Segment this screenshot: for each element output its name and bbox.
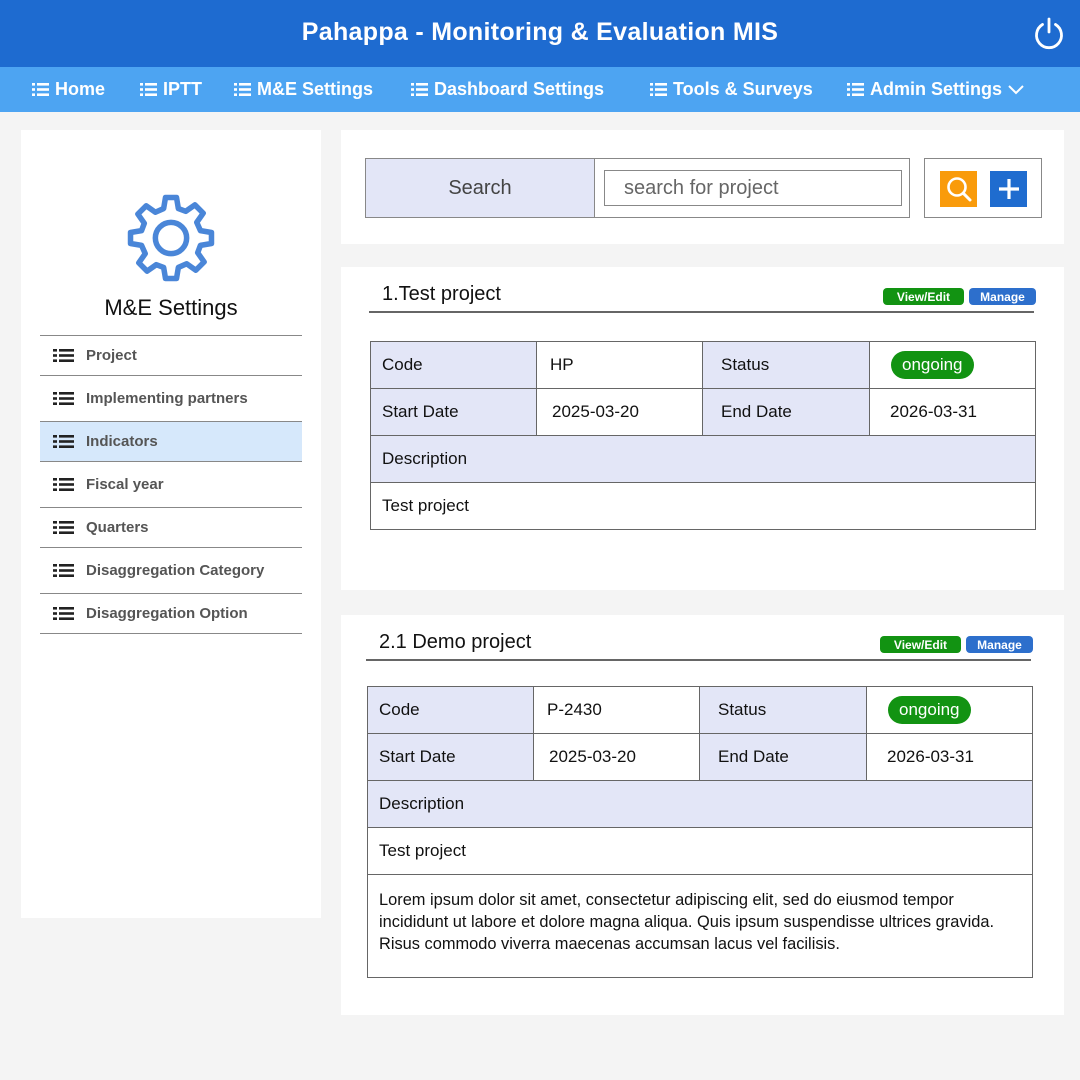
table-row: Start Date 2025-03-20 End Date 2026-03-3… [368,734,1032,781]
project-details-table: Code P-2430 Status ongoing Start Date 20… [367,686,1033,978]
end-date-label: End Date [700,734,867,780]
nav-label: Dashboard Settings [434,79,605,99]
nav-label: IPTT [163,79,202,99]
code-label: Code [368,687,534,733]
list-icon [847,83,864,96]
sidebar-item-disaggregation-option[interactable]: Disaggregation Option [40,594,302,634]
nav-admin-settings[interactable]: Admin Settings [847,67,1024,112]
description-label: Description [371,436,1035,483]
start-date-value: 2025-03-20 [537,389,703,435]
status-label: Status [703,342,870,388]
search-input[interactable] [604,170,902,206]
nav-label: M&E Settings [257,79,374,99]
add-project-button[interactable] [990,171,1027,207]
search-panel: Search [341,130,1064,244]
sidebar-item-indicators[interactable]: Indicators [40,422,302,462]
code-label: Code [371,342,537,388]
list-icon [53,521,74,534]
view-edit-button[interactable]: View/Edit [880,636,961,653]
project-card: 1.Test project View/Edit Manage Code HP … [341,267,1064,590]
nav-label: Admin Settings [870,79,1003,99]
search-label: Search [366,159,595,217]
table-row: Start Date 2025-03-20 End Date 2026-03-3… [371,389,1035,436]
status-label: Status [700,687,867,733]
sidebar-item-label: Quarters [86,519,149,536]
manage-button[interactable]: Manage [966,636,1033,653]
table-row: Code P-2430 Status ongoing [368,687,1032,734]
sidebar-item-fiscal-year[interactable]: Fiscal year [40,462,302,508]
nav-dashboard-settings[interactable]: Dashboard Settings [411,67,604,112]
list-icon [650,83,667,96]
app-header: Pahappa - Monitoring & Evaluation MIS [0,0,1080,67]
sidebar-title: M&E Settings [104,295,238,320]
end-date-label: End Date [703,389,870,435]
code-value: P-2430 [534,687,700,733]
nav-home[interactable]: Home [32,67,105,112]
list-icon [32,83,49,96]
search-icon [946,177,971,202]
project-details-table: Code HP Status ongoing Start Date 2025-0… [370,341,1036,530]
list-icon [234,83,251,96]
start-date-label: Start Date [371,389,537,435]
list-icon [53,564,74,577]
sidebar-item-label: Disaggregation Option [86,605,248,622]
sidebar-item-label: Fiscal year [86,476,164,493]
project-card-header: 2.1 Demo project View/Edit Manage [366,631,1033,661]
sidebar: M&E Settings Project Implementing partne… [21,130,321,918]
nav-iptt[interactable]: IPTT [140,67,202,112]
sidebar-item-label: Indicators [86,433,158,450]
status-badge: ongoing [891,351,974,379]
description-label: Description [368,781,1032,828]
sidebar-item-label: Disaggregation Category [86,562,265,579]
list-icon [53,607,74,620]
nav-tools-surveys[interactable]: Tools & Surveys [650,67,813,112]
nav-label: Tools & Surveys [673,79,813,99]
chevron-down-icon [1008,84,1024,94]
code-value: HP [537,342,703,388]
list-icon [53,478,74,491]
project-card-header: 1.Test project View/Edit Manage [369,283,1036,313]
sidebar-item-label: Implementing partners [86,390,248,407]
project-card: 2.1 Demo project View/Edit Manage Code P… [341,615,1064,1015]
nav-me-settings[interactable]: M&E Settings [234,67,373,112]
list-icon [140,83,157,96]
description-value: Test project [368,828,1032,875]
sidebar-item-disaggregation-category[interactable]: Disaggregation Category [40,548,302,594]
list-icon [53,392,74,405]
status-cell: ongoing [867,687,1032,733]
project-title: 2.1 Demo project [379,631,532,653]
sidebar-item-implementing-partners[interactable]: Implementing partners [40,376,302,422]
gear-icon [127,194,215,282]
table-row: Code HP Status ongoing [371,342,1035,389]
status-cell: ongoing [870,342,1035,388]
list-icon [53,349,74,362]
start-date-label: Start Date [368,734,534,780]
plus-icon [998,179,1019,199]
status-badge: ongoing [888,696,971,724]
app-title: Pahappa - Monitoring & Evaluation MIS [301,18,779,46]
description-details: Lorem ipsum dolor sit amet, consectetur … [379,891,994,953]
action-buttons [924,158,1042,218]
description-value: Test project [382,496,469,515]
nav-label: Home [55,79,106,99]
project-title: 1.Test project [382,283,501,305]
main-nav: Home IPTT M&E Settings Dashboard Setting… [0,67,1080,112]
sidebar-item-quarters[interactable]: Quarters [40,508,302,548]
end-date-value: 2026-03-31 [890,402,977,421]
view-edit-button[interactable]: View/Edit [883,288,964,305]
search-box: Search [365,158,910,218]
power-icon[interactable] [1032,16,1066,50]
end-date-value: 2026-03-31 [887,747,974,766]
list-icon [53,435,74,448]
sidebar-item-label: Project [86,347,137,364]
search-button[interactable] [940,171,977,207]
sidebar-item-project[interactable]: Project [40,336,302,376]
start-date-value: 2025-03-20 [534,734,700,780]
sidebar-menu: Project Implementing partners Indicators… [40,335,302,634]
manage-button[interactable]: Manage [969,288,1036,305]
list-icon [411,83,428,96]
